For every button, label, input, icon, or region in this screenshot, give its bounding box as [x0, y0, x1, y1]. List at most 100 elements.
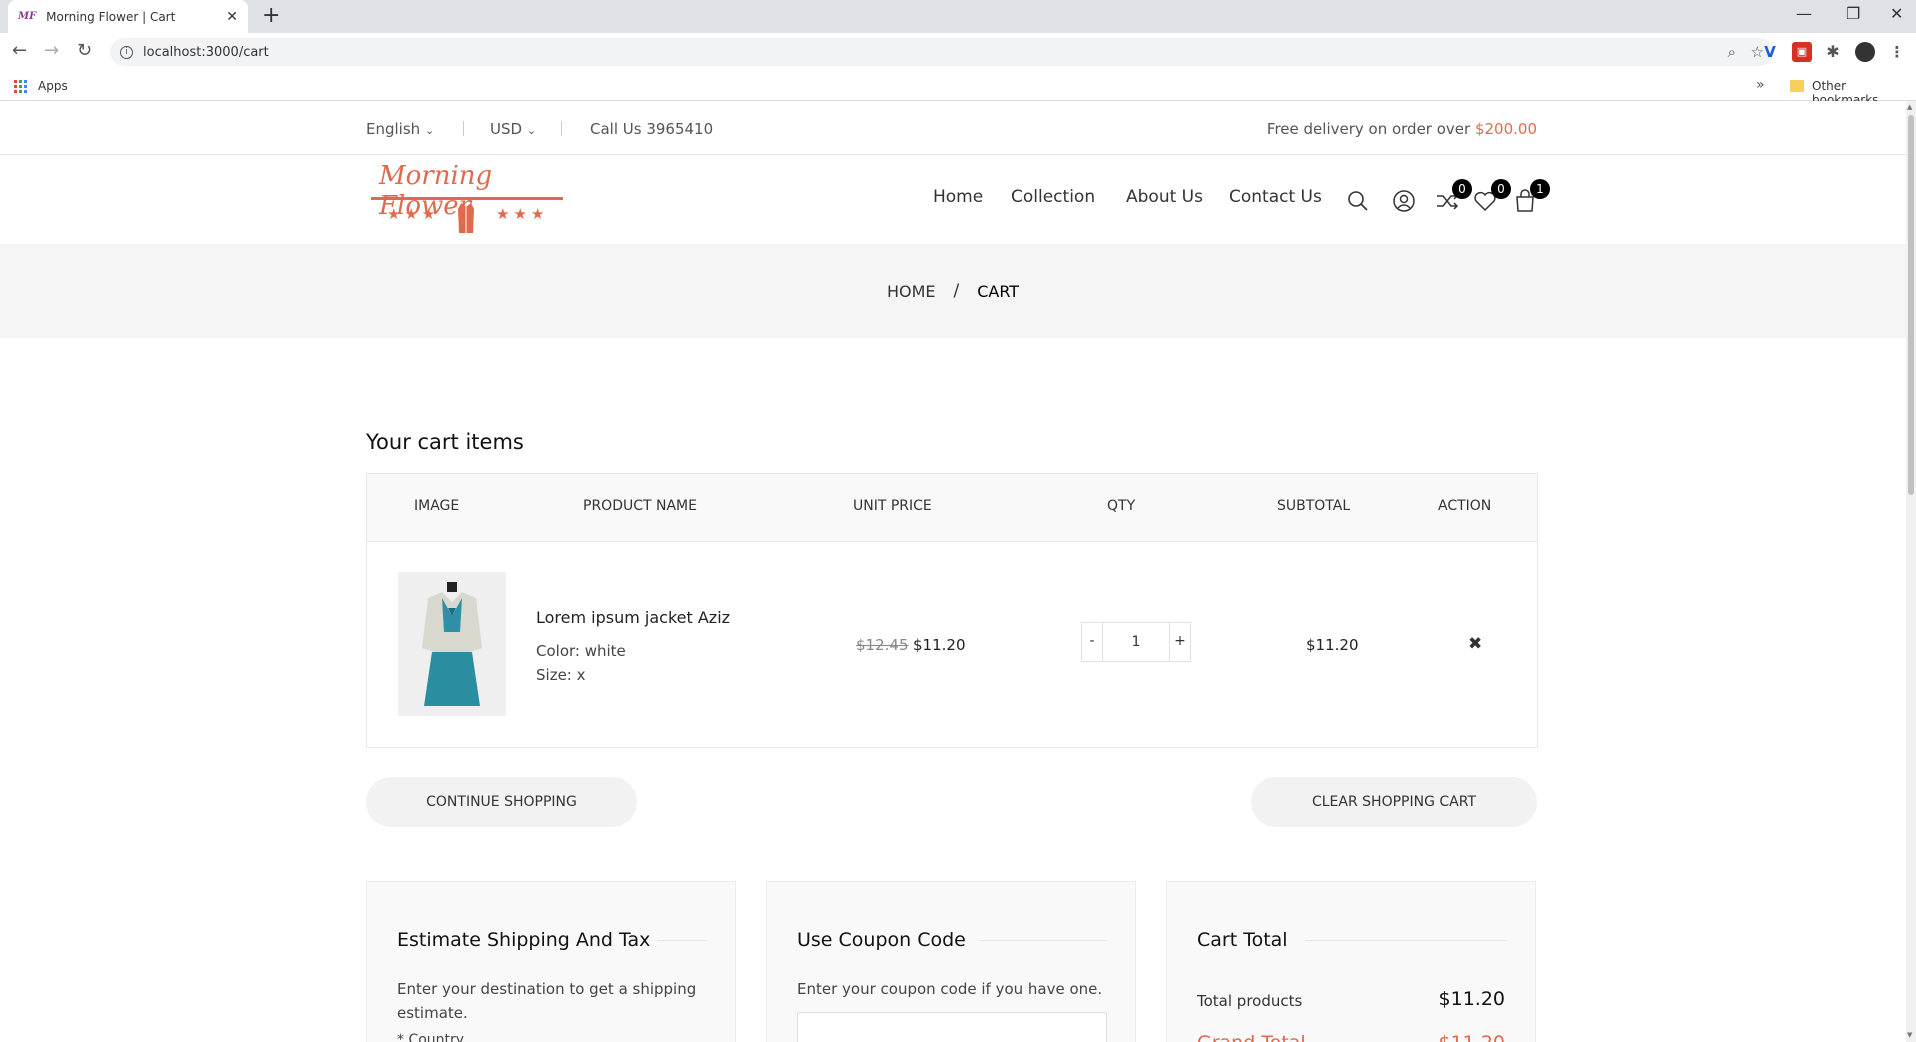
nav-home[interactable]: Home — [933, 187, 983, 207]
country-label: * Country — [397, 1032, 465, 1042]
profile-avatar-icon[interactable] — [1855, 42, 1875, 62]
free-delivery-amount: $200.00 — [1474, 120, 1537, 138]
coupon-text: Enter your coupon code if you have one. — [797, 980, 1103, 998]
breadcrumb-home[interactable]: HOME — [887, 282, 936, 301]
info-icon[interactable]: i — [120, 45, 133, 59]
product-color: Color: white — [536, 642, 626, 660]
row-subtotal: $11.20 — [1306, 636, 1359, 654]
unit-price: $11.20 — [913, 636, 966, 654]
remove-item-icon[interactable]: ✖ — [1468, 634, 1482, 654]
column-header-action: ACTION — [1438, 498, 1492, 514]
divider — [561, 121, 562, 136]
language-select[interactable]: English ⌄ — [366, 120, 434, 138]
table-header: IMAGE PRODUCT NAME UNIT PRICE QTY SUBTOT… — [367, 474, 1537, 542]
url-text: localhost:3000/cart — [143, 44, 269, 60]
scrollbar-thumb[interactable] — [1908, 115, 1914, 495]
browser-menu-icon[interactable]: ⋮ — [1887, 42, 1907, 62]
reload-icon[interactable]: ↻ — [77, 41, 92, 61]
column-header-qty: QTY — [1107, 498, 1136, 514]
divider — [463, 121, 464, 136]
forward-icon[interactable]: → — [44, 41, 59, 61]
apps-grid-icon[interactable] — [14, 80, 27, 93]
column-header-subtotal: SUBTOTAL — [1277, 498, 1351, 514]
call-us-text: Call Us 3965410 — [590, 120, 714, 138]
shipping-title: Estimate Shipping And Tax — [397, 929, 651, 951]
quantity-stepper: - 1 + — [1081, 622, 1191, 662]
qty-decrement-button[interactable]: - — [1082, 623, 1102, 661]
free-delivery-text: Free delivery on order over $200.00 — [1267, 120, 1537, 138]
browser-tab-strip: MF Morning Flower | Cart ✕ + — ❐ ✕ — [0, 0, 1916, 33]
currency-select[interactable]: USD ⌄ — [490, 120, 536, 138]
column-header-image: IMAGE — [414, 498, 460, 514]
star-icon: ★★★ — [496, 205, 549, 223]
nav-contact-us[interactable]: Contact Us — [1229, 187, 1322, 207]
cart-table: IMAGE PRODUCT NAME UNIT PRICE QTY SUBTOT… — [366, 473, 1538, 748]
compare-count-badge: 0 — [1452, 179, 1472, 199]
scroll-down-icon[interactable]: ▼ — [1907, 1031, 1912, 1039]
product-image[interactable] — [398, 572, 506, 716]
extensions-puzzle-icon[interactable]: ✱ — [1823, 42, 1843, 62]
breadcrumb: HOME / CART — [0, 244, 1906, 338]
page-scrollbar[interactable]: ▲ ▼ — [1906, 101, 1916, 1042]
site-header: Morning Flower ★★★ ★★★ Home Collection A… — [0, 155, 1906, 244]
grand-total-label: Grand Total — [1197, 1032, 1306, 1042]
window-close-icon[interactable]: ✕ — [1890, 4, 1903, 23]
divider — [657, 940, 707, 941]
product-name-link[interactable]: Lorem ipsum jacket Aziz — [536, 608, 730, 627]
language-label: English — [366, 120, 421, 138]
search-icon[interactable] — [1345, 188, 1371, 214]
nav-collection[interactable]: Collection — [1011, 187, 1095, 207]
star-icon: ★★★ — [387, 205, 440, 223]
nav-about-us[interactable]: About Us — [1126, 187, 1203, 207]
old-price: $12.45 — [856, 636, 909, 654]
coupon-title: Use Coupon Code — [797, 929, 966, 951]
divider — [1305, 940, 1507, 941]
address-bar-row: ← → ↻ i localhost:3000/cart ⌕ ☆ V ▣ ✱ ⋮ — [0, 33, 1916, 71]
column-header-unit-price: UNIT PRICE — [853, 498, 932, 514]
cart-total-panel: Cart Total Total products $11.20 Grand T… — [1166, 881, 1536, 1042]
breadcrumb-separator: / — [953, 281, 960, 301]
new-tab-icon[interactable]: + — [262, 4, 280, 28]
total-products-value: $11.20 — [1438, 988, 1505, 1010]
continue-shopping-button[interactable]: CONTINUE SHOPPING — [366, 777, 637, 827]
shipping-text: Enter your destination to get a shipping… — [397, 980, 697, 1022]
coupon-code-input[interactable] — [797, 1012, 1107, 1042]
grand-total-value: $11.20 — [1439, 1032, 1505, 1042]
browser-tab[interactable]: MF Morning Flower | Cart ✕ — [8, 0, 248, 33]
tab-close-icon[interactable]: ✕ — [226, 9, 238, 25]
currency-label: USD — [490, 120, 523, 138]
apps-bookmark[interactable]: Apps — [38, 79, 68, 93]
minimize-icon[interactable]: — — [1796, 4, 1812, 23]
jacket-dress-image — [398, 572, 506, 716]
restore-icon[interactable]: ❐ — [1846, 4, 1860, 23]
bookmarks-overflow-icon[interactable]: » — [1756, 77, 1765, 93]
shipping-estimate-panel: Estimate Shipping And Tax Enter your des… — [366, 881, 736, 1042]
product-size: Size: x — [536, 666, 586, 684]
divider — [979, 940, 1107, 941]
free-delivery-label: Free delivery on order over — [1266, 120, 1475, 138]
extension-pdf-icon[interactable]: ▣ — [1792, 42, 1812, 62]
breadcrumb-current: CART — [977, 281, 1020, 301]
folder-icon — [1790, 80, 1804, 92]
url-field[interactable]: i localhost:3000/cart ⌕ ☆ — [110, 38, 1774, 66]
page-viewport: English ⌄ USD ⌄ Call Us 3965410 Free del… — [0, 101, 1906, 1042]
tab-title: Morning Flower | Cart — [46, 9, 176, 24]
favicon-icon: MF — [18, 11, 37, 22]
column-header-product-name: PRODUCT NAME — [583, 498, 697, 514]
zoom-icon[interactable]: ⌕ — [1728, 43, 1736, 61]
user-account-icon[interactable] — [1391, 188, 1417, 214]
scroll-up-icon[interactable]: ▲ — [1907, 103, 1912, 111]
clear-shopping-cart-button[interactable]: CLEAR SHOPPING CART — [1251, 777, 1537, 827]
wishlist-count-badge: 0 — [1491, 179, 1511, 199]
top-info-bar: English ⌄ USD ⌄ Call Us 3965410 Free del… — [0, 101, 1906, 155]
dress-icon — [458, 203, 474, 233]
quantity-input[interactable]: 1 — [1103, 623, 1169, 661]
cart-title: Your cart items — [366, 430, 524, 454]
back-icon[interactable]: ← — [12, 41, 27, 61]
cart-total-title: Cart Total — [1197, 929, 1288, 951]
qty-increment-button[interactable]: + — [1170, 623, 1190, 661]
extension-v-icon[interactable]: V — [1760, 42, 1780, 62]
cart-count-badge: 1 — [1530, 179, 1550, 199]
logo-underline — [371, 197, 563, 200]
site-logo[interactable]: Morning Flower ★★★ ★★★ — [371, 159, 563, 237]
